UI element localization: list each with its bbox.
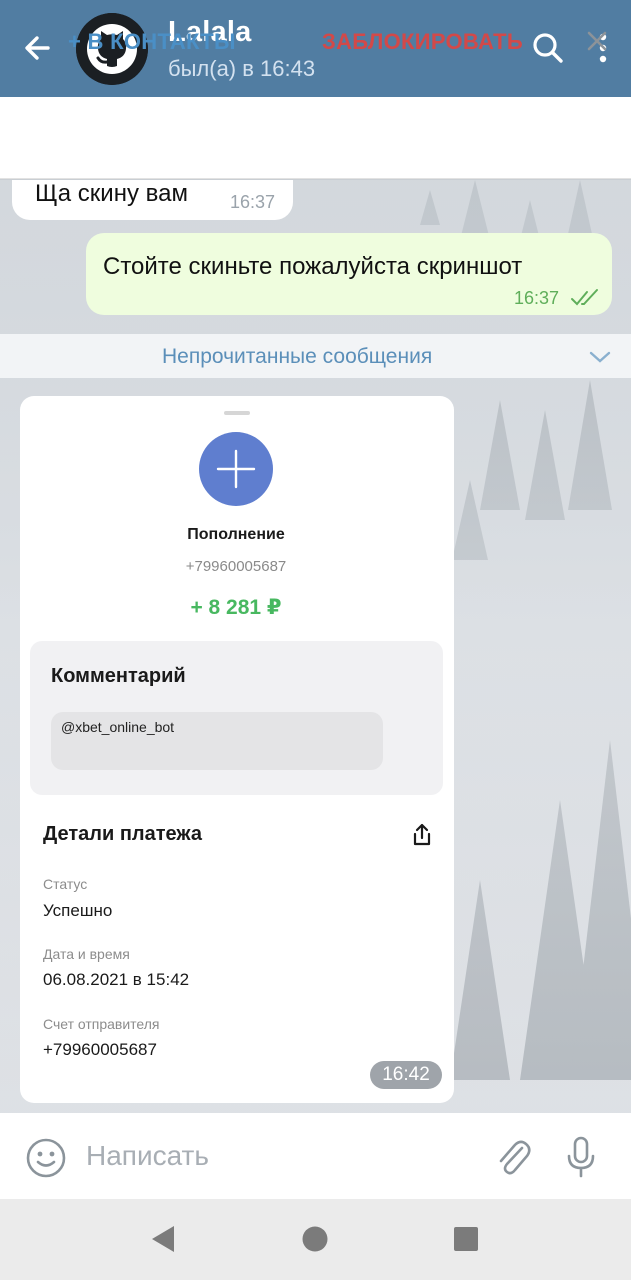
add-to-contacts-button[interactable]: + В КОНТАКТЫ	[68, 29, 236, 55]
contact-action-bar	[0, 97, 631, 179]
attach-paperclip-icon[interactable]	[492, 1134, 534, 1180]
sender-account-label: Счет отправителя	[43, 1016, 160, 1032]
block-user-button[interactable]: ЗАБЛОКИРОВАТЬ	[322, 29, 523, 55]
double-check-icon	[571, 289, 598, 306]
last-seen-status: был(а) в 16:43	[168, 56, 316, 81]
plus-circle-icon	[199, 432, 273, 506]
message-input[interactable]: Написать	[86, 1140, 209, 1172]
chevron-down-icon[interactable]	[588, 348, 612, 366]
sheet-drag-handle	[224, 411, 250, 415]
nav-recent-apps-icon[interactable]	[452, 1225, 480, 1253]
nav-home-icon[interactable]	[301, 1225, 329, 1253]
status-value: Успешно	[43, 901, 113, 920]
back-arrow-icon[interactable]	[18, 28, 58, 68]
outgoing-message-time: 16:37	[514, 288, 560, 308]
comment-value: @xbet_online_bot	[61, 719, 175, 735]
close-icon[interactable]	[582, 26, 612, 56]
receipt-title: Пополнение	[187, 526, 285, 543]
incoming-message-text: Ща скину вам	[35, 180, 188, 207]
sender-account-value: +79960005687	[43, 1040, 157, 1059]
status-label: Статус	[43, 876, 88, 892]
datetime-label: Дата и время	[43, 946, 130, 962]
receipt-phone: +79960005687	[185, 558, 287, 575]
image-message-time: 16:42	[370, 1061, 442, 1089]
search-icon[interactable]	[528, 28, 568, 68]
comment-title: Комментарий	[51, 665, 186, 687]
unread-messages-label: Непрочитанные сообщения	[162, 345, 433, 368]
receipt-amount: + 8 281 ₽	[190, 596, 282, 619]
incoming-message-time: 16:37	[230, 192, 276, 212]
payment-details-title: Детали платежа	[43, 823, 202, 845]
nav-back-icon[interactable]	[149, 1224, 177, 1254]
emoji-icon[interactable]	[24, 1136, 68, 1180]
datetime-value: 06.08.2021 в 15:42	[43, 970, 190, 989]
share-icon	[413, 823, 431, 846]
outgoing-message-text: Стойте скиньте пожалуйста скриншот	[103, 253, 523, 280]
microphone-icon[interactable]	[562, 1134, 600, 1180]
